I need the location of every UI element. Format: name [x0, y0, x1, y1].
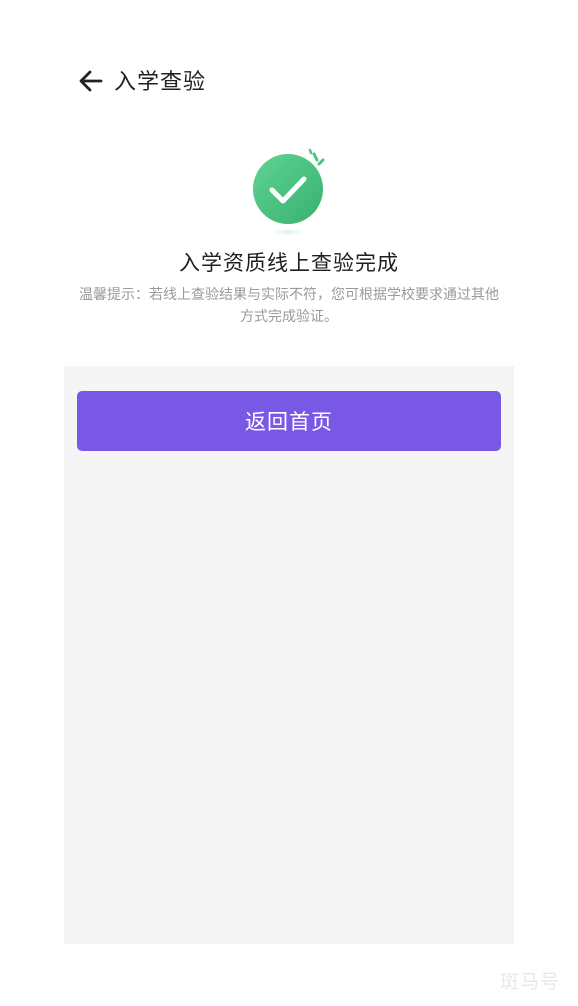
arrow-left-icon: [77, 67, 105, 99]
watermark: 斑马号: [499, 971, 560, 993]
result-title: 入学资质线上查验完成: [179, 251, 399, 275]
result-section: 入学资质线上查验完成 温馨提示：若线上查验结果与实际不符，您可根据学校要求通过其…: [64, 110, 514, 366]
result-tip: 温馨提示：若线上查验结果与实际不符，您可根据学校要求通过其他方式完成验证。: [79, 287, 499, 325]
header: 入学查验: [0, 0, 578, 110]
actions-panel: 返回首页: [64, 366, 514, 944]
page-title: 入学查验: [114, 70, 207, 95]
return-home-button[interactable]: 返回首页: [77, 391, 501, 451]
back-button[interactable]: [74, 66, 108, 100]
check-circle-icon: [248, 146, 338, 242]
